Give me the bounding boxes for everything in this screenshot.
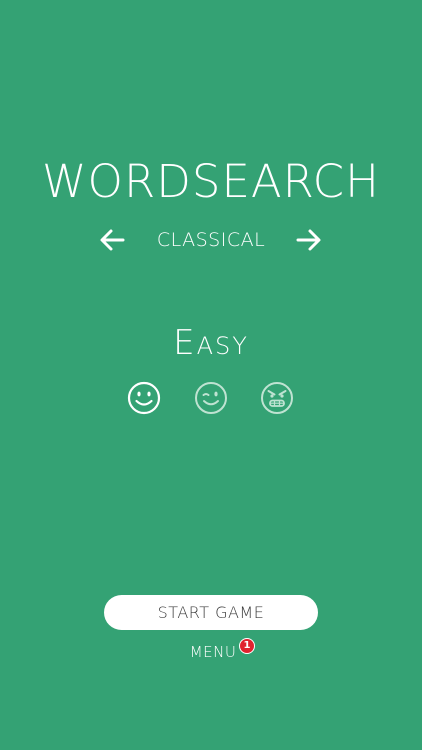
wink-face-icon [195, 382, 227, 414]
difficulty-options [0, 380, 422, 416]
next-mode-button[interactable] [296, 228, 322, 252]
difficulty-hard-button[interactable] [259, 380, 295, 416]
menu-button[interactable]: MENU [186, 641, 240, 663]
main-menu-screen: WORDSEARCH CLASSICAL Easy START GAME MEN… [0, 0, 422, 750]
start-game-button[interactable]: START GAME [104, 595, 318, 630]
angry-face-icon [261, 382, 293, 414]
menu-notification-badge: 1 [239, 638, 255, 654]
app-title: WORDSEARCH [42, 155, 380, 208]
previous-mode-button[interactable] [99, 228, 125, 252]
smile-face-icon [127, 381, 161, 415]
mode-selector: CLASSICAL [0, 222, 422, 258]
current-mode-label: CLASSICAL [156, 229, 266, 251]
difficulty-easy-button[interactable] [126, 380, 162, 416]
arrow-left-icon [100, 229, 125, 251]
arrow-right-icon [296, 229, 321, 251]
difficulty-label: Easy [173, 323, 249, 363]
difficulty-medium-button[interactable] [193, 380, 229, 416]
